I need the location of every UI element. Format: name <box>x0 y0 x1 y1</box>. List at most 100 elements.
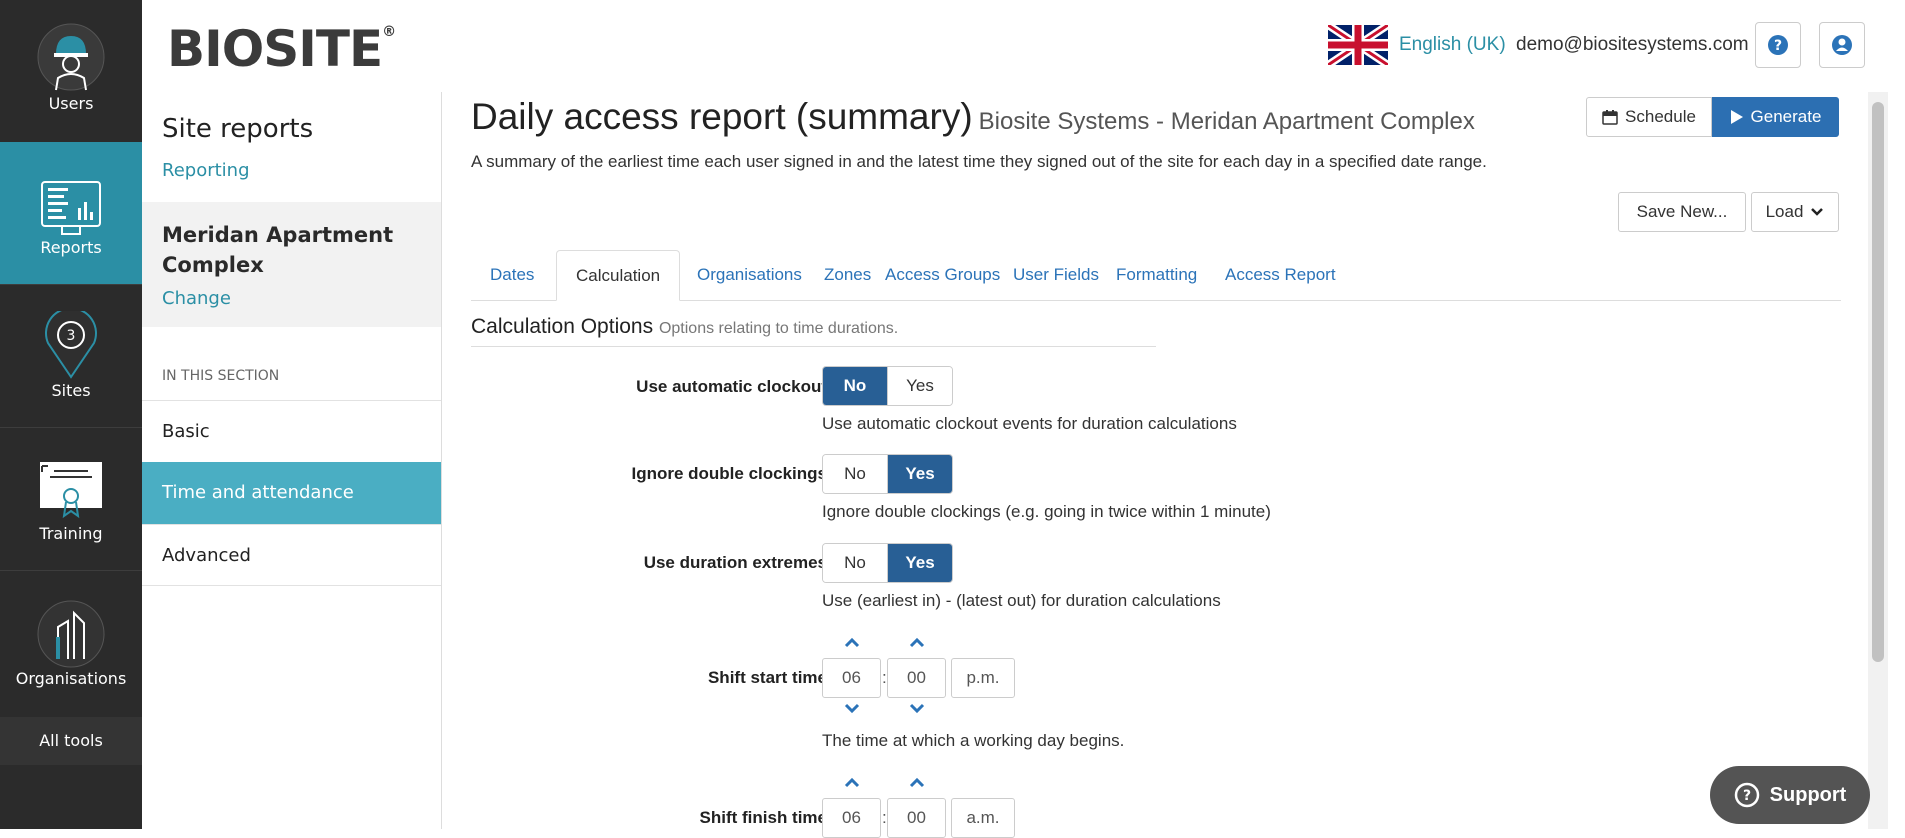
calculation-options-heading: Calculation Options <box>471 315 654 338</box>
sidebar-item-time-and-attendance[interactable]: Time and attendance <box>142 462 441 524</box>
page-scrollbar[interactable] <box>1868 92 1888 829</box>
minute-increment-icon[interactable] <box>907 775 927 789</box>
report-description: A summary of the earliest time each user… <box>471 152 1487 171</box>
shift-start-hour-input[interactable]: 06 <box>822 658 881 698</box>
support-label: Support <box>1769 783 1847 806</box>
section-heading: IN THIS SECTION <box>162 368 280 384</box>
section-title: Calculation Options Options relating to … <box>471 315 898 339</box>
ignore-double-clockings-no[interactable]: No <box>823 455 887 493</box>
sidebar-title: Site reports <box>162 114 314 144</box>
site-name: Meridan Apartment Complex <box>162 223 394 277</box>
all-tools-link[interactable]: All tools <box>0 717 142 765</box>
shift-start-label: Shift start time <box>707 668 827 687</box>
automatic-clockout-yes[interactable]: Yes <box>887 367 952 405</box>
generate-button[interactable]: Generate <box>1712 97 1839 137</box>
page-title: Daily access report (summary) Biosite Sys… <box>471 96 1475 138</box>
sidebar-item-advanced[interactable]: Advanced <box>142 524 441 586</box>
shift-finish-hour-input[interactable]: 06 <box>822 798 881 838</box>
reporting-link[interactable]: Reporting <box>162 160 250 181</box>
certificate-icon <box>40 462 102 519</box>
generate-label: Generate <box>1750 107 1822 126</box>
nav-reports[interactable]: Reports <box>0 142 142 285</box>
nav-organisations-label: Organisations <box>15 669 127 688</box>
load-label: Load <box>1765 202 1804 221</box>
calculation-options-hint: Options relating to time durations. <box>658 320 899 337</box>
duration-extremes-no[interactable]: No <box>823 544 887 582</box>
map-pin-icon: 3 <box>45 311 97 379</box>
section-sidebar: Site reports Reporting Meridan Apartment… <box>142 92 442 829</box>
nav-sites-label: Sites <box>51 381 91 400</box>
ignore-double-clockings-toggle: No Yes <box>822 454 953 494</box>
question-circle-icon: ? <box>1768 35 1788 55</box>
ignore-double-clockings-help: Ignore double clockings (e.g. going in t… <box>822 502 1271 521</box>
top-bar: BIOSITE® English (UK) demo@biositesystem… <box>142 0 1905 92</box>
chevron-down-icon <box>1811 208 1824 216</box>
automatic-clockout-help: Use automatic clockout events for durati… <box>822 414 1237 433</box>
logo-text: BIOSITE <box>167 20 383 78</box>
shift-finish-label: Shift finish time <box>699 808 828 827</box>
reports-icon <box>41 181 101 235</box>
schedule-label: Schedule <box>1625 107 1696 126</box>
biosite-logo[interactable]: BIOSITE® <box>167 20 396 78</box>
help-button[interactable]: ? <box>1755 22 1801 68</box>
buildings-icon <box>37 600 105 668</box>
svg-text:3: 3 <box>67 328 76 344</box>
automatic-clockout-toggle: No Yes <box>822 366 953 406</box>
user-circle-icon <box>1832 35 1852 55</box>
duration-extremes-help: Use (earliest in) - (latest out) for dur… <box>822 591 1221 610</box>
shift-start-minute-input[interactable]: 00 <box>887 658 946 698</box>
logo-registered-mark: ® <box>382 24 396 40</box>
save-new-button[interactable]: Save New... <box>1618 192 1746 232</box>
shift-finish-minute-input[interactable]: 00 <box>887 798 946 838</box>
automatic-clockout-label: Use automatic clockout <box>636 377 827 396</box>
tab-calculation[interactable]: Calculation <box>556 250 681 301</box>
report-subtitle: Biosite Systems - Meridan Apartment Comp… <box>978 108 1475 135</box>
user-email[interactable]: demo@biositesystems.com <box>1516 34 1749 56</box>
minute-decrement-icon[interactable] <box>907 702 927 716</box>
hour-increment-icon[interactable] <box>842 635 862 649</box>
worker-icon <box>37 23 105 91</box>
hour-increment-icon[interactable] <box>842 775 862 789</box>
scrollbar-thumb[interactable] <box>1872 102 1884 662</box>
play-icon <box>1730 110 1743 124</box>
save-new-label: Save New... <box>1636 202 1728 221</box>
nav-training[interactable]: Training <box>0 428 142 571</box>
nav-organisations[interactable]: Organisations <box>0 571 142 714</box>
automatic-clockout-no[interactable]: No <box>823 367 887 405</box>
hour-decrement-icon[interactable] <box>842 702 862 716</box>
report-tabs: Dates Calculation Organisations Zones Ac… <box>471 250 1841 301</box>
sidebar-item-basic[interactable]: Basic <box>142 400 441 462</box>
uk-flag-icon[interactable] <box>1328 25 1388 65</box>
left-nav: Users Reports 3 Sites Training Organisat… <box>0 0 142 829</box>
tab-formatting[interactable]: Formatting <box>1097 250 1216 300</box>
account-button[interactable] <box>1819 22 1865 68</box>
shift-finish-period-toggle[interactable]: a.m. <box>951 798 1015 838</box>
duration-extremes-toggle: No Yes <box>822 543 953 583</box>
support-button[interactable]: ? Support <box>1710 766 1870 824</box>
nav-reports-label: Reports <box>40 238 102 257</box>
schedule-button[interactable]: Schedule <box>1586 97 1712 137</box>
nav-sites[interactable]: 3 Sites <box>0 285 142 428</box>
nav-training-label: Training <box>39 524 103 543</box>
report-title: Daily access report (summary) <box>471 96 973 137</box>
shift-start-help: The time at which a working day begins. <box>822 731 1125 750</box>
ignore-double-clockings-yes[interactable]: Yes <box>887 455 952 493</box>
language-selector[interactable]: English (UK) <box>1399 34 1506 56</box>
svg-text:?: ? <box>1743 788 1751 804</box>
tab-access-report[interactable]: Access Report <box>1206 250 1355 300</box>
main-content: Daily access report (summary) Biosite Sys… <box>441 92 1871 838</box>
current-site-panel: Meridan Apartment Complex Change <box>142 202 441 327</box>
duration-extremes-label: Use duration extremes <box>643 553 827 572</box>
tab-organisations[interactable]: Organisations <box>678 250 821 300</box>
minute-increment-icon[interactable] <box>907 635 927 649</box>
help-bubble-icon: ? <box>1734 782 1759 808</box>
tab-dates[interactable]: Dates <box>471 250 553 300</box>
svg-text:?: ? <box>1774 38 1782 54</box>
shift-start-period-toggle[interactable]: p.m. <box>951 658 1015 698</box>
ignore-double-clockings-label: Ignore double clockings <box>631 464 827 483</box>
section-divider <box>471 346 1156 347</box>
load-dropdown[interactable]: Load <box>1751 192 1839 232</box>
change-site-link[interactable]: Change <box>162 288 231 309</box>
nav-users[interactable]: Users <box>0 0 142 143</box>
duration-extremes-yes[interactable]: Yes <box>887 544 952 582</box>
